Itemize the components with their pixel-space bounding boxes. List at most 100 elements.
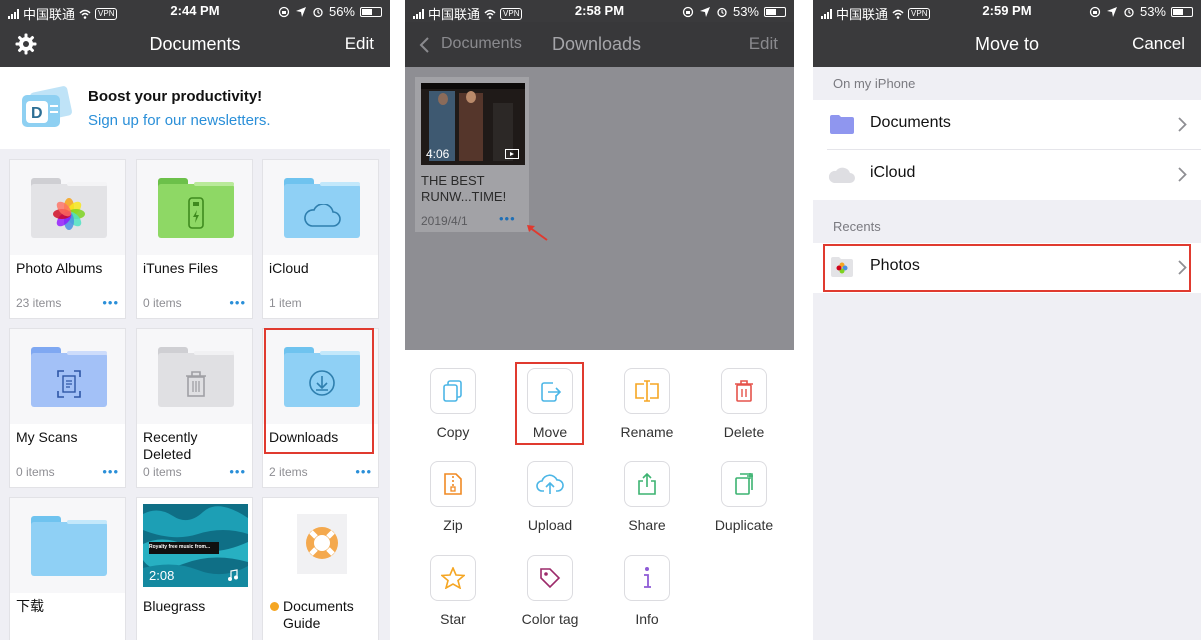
location-icon [699,6,710,17]
delete-action[interactable]: Delete [696,368,792,440]
tile-name: iTunes Files [143,260,218,276]
file-card[interactable]: 4:06 THE BEST RUNW...TIME! 2019/4/1 ••• [415,77,529,232]
newsletter-banner[interactable]: D Boost your productivity! Sign up for o… [0,67,390,149]
video-duration: 4:06 [426,147,450,161]
folder-tile-xiazai[interactable]: 下载 [9,497,126,640]
status-bar: 中国联通 VPN 2:44 PM 56% [0,0,390,22]
photos-icon [53,198,85,230]
upload-icon [536,474,564,494]
alarm-icon [717,7,727,17]
section-header-device: On my iPhone [833,76,916,91]
more-button[interactable]: ••• [102,464,119,479]
more-button[interactable]: ••• [355,464,372,479]
action-label: Rename [620,424,674,440]
music-note-icon [228,569,238,581]
dimmed-file-area[interactable]: 4:06 THE BEST RUNW...TIME! 2019/4/1 ••• [405,67,794,350]
page-title: Downloads [552,34,642,54]
duplicate-action[interactable]: Duplicate [696,461,792,533]
back-chevron-icon[interactable] [419,36,430,54]
tile-count: 0 items [143,296,182,310]
destination-row-documents[interactable]: Documents [813,100,1201,150]
trash-icon [186,371,206,397]
video-thumbnail: 4:06 [421,83,525,165]
more-button[interactable]: ••• [229,295,246,310]
cancel-button[interactable]: Cancel [1132,34,1185,54]
page-title: Documents [149,34,241,54]
folder-tile-photo-albums[interactable]: Photo Albums 23 items ••• [9,159,126,319]
chevron-right-icon [1178,117,1187,132]
folder-tile-icloud[interactable]: iCloud 1 item [262,159,379,319]
section-header-recents: Recents [833,219,881,234]
more-button[interactable]: ••• [102,295,119,310]
tile-count: 1 item [269,296,302,310]
tile-name: 下载 [16,598,44,614]
star-icon [441,567,465,589]
action-label: Upload [527,517,573,533]
row-label: Documents [870,114,951,131]
file-title: THE BEST RUNW...TIME! [421,173,507,204]
more-button[interactable]: ••• [229,464,246,479]
zip-icon [444,473,462,495]
zip-action[interactable]: Zip [405,461,501,533]
folder-icon [31,516,107,576]
action-label: Zip [443,517,463,533]
folder-tile-itunes-files[interactable]: iTunes Files 0 items ••• [136,159,253,319]
info-icon [644,567,651,588]
action-label: Duplicate [714,517,774,533]
file-tile-bluegrass[interactable]: Royalty free music from... 2:08 Bluegras… [136,497,253,640]
back-button[interactable]: Documents [441,35,522,53]
location-icon [295,6,306,17]
folder-tile-my-scans[interactable]: My Scans 0 items ••• [9,328,126,488]
star-action[interactable]: Star [405,555,501,627]
battery-icon [1171,6,1193,17]
more-button[interactable]: ••• [499,211,516,226]
newsletter-link[interactable]: Sign up for our newsletters. [88,112,271,129]
location-icon [1106,6,1117,17]
tile-count: 0 items [143,465,182,479]
tag-icon [540,568,561,589]
photos-highlight [823,244,1191,292]
svg-text:D: D [31,105,43,122]
lock-rotation-icon [278,6,290,17]
documents-screen: 中国联通 VPN 2:44 PM 56% Documents Edit D Bo… [0,0,390,640]
tile-count: 23 items [16,296,62,310]
video-duration: 2:08 [149,568,175,583]
upload-action[interactable]: Upload [502,461,598,533]
chevron-right-icon [1178,167,1187,182]
destination-row-icloud[interactable]: iCloud [813,150,1201,200]
action-label: Color tag [521,611,579,627]
color-tag-action[interactable]: Color tag [502,555,598,627]
edit-button[interactable]: Edit [345,34,374,54]
tile-count: 0 items [16,465,55,479]
downloads-highlight [264,328,374,454]
tile-name: Recently Deleted [143,429,198,462]
share-action[interactable]: Share [599,461,695,533]
file-tile-documents-guide[interactable]: Documents Guide [262,497,379,640]
rename-action[interactable]: Rename [599,368,695,440]
cloud-icon [304,204,341,227]
video-icon [505,149,519,159]
promo-heading: Boost your productivity! [88,88,263,105]
tile-name: My Scans [16,429,78,445]
alarm-icon [1124,7,1134,17]
battery-icon [360,6,382,17]
lock-rotation-icon [682,6,694,17]
nav-bar: Move to Cancel [813,22,1201,67]
info-action[interactable]: Info [599,555,695,627]
trash-icon [735,380,753,402]
file-date: 2019/4/1 [421,214,468,228]
rename-icon [635,380,659,402]
scan-icon [57,370,81,398]
battery-percent: 53% [1139,4,1166,19]
alarm-icon [313,7,323,17]
folder-tile-recently-deleted[interactable]: Recently Deleted 0 items ••• [136,328,253,488]
pointer-arrow-icon [527,225,548,241]
tile-name: Documents Guide [283,598,354,631]
battery-percent: 56% [328,4,355,19]
tile-name: Photo Albums [16,260,103,276]
copy-action[interactable]: Copy [405,368,501,440]
action-label: Star [440,611,466,627]
tile-count: 2 items [269,465,308,479]
edit-button[interactable]: Edit [749,34,778,54]
share-icon [638,472,656,495]
